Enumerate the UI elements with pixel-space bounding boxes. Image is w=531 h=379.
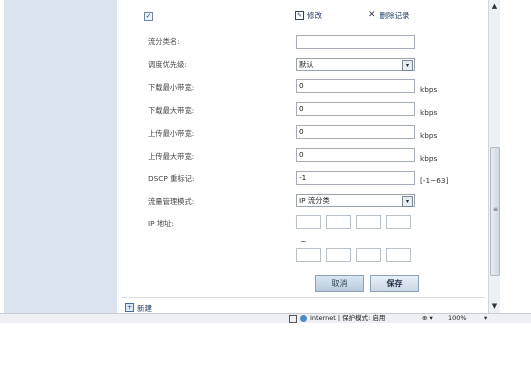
dscp-label: DSCP 重标记:: [148, 174, 195, 183]
scroll-down-icon[interactable]: ▼: [489, 302, 500, 311]
ip-start-octet-2[interactable]: [326, 215, 351, 229]
zone-text: Internet | 保护模式: 启用: [310, 314, 386, 322]
priority-value: 默认: [299, 60, 314, 69]
priority-label: 调度优先级:: [148, 60, 187, 69]
delete-record-button[interactable]: ✕ 删除记录: [368, 10, 410, 21]
record-toolbar: ✓ ✎ 修改 ✕ 删除记录: [122, 7, 485, 21]
ip-end-octet-3[interactable]: [356, 248, 381, 262]
download-min-unit: kbps: [420, 85, 438, 94]
cancel-button[interactable]: 取消: [315, 275, 364, 292]
upload-max-unit: kbps: [420, 154, 438, 163]
chevron-down-icon: ▾: [402, 196, 413, 207]
download-max-bandwidth-label: 下载最大带宽:: [148, 106, 195, 115]
left-panel: [4, 0, 117, 313]
ip-start-octet-4[interactable]: [386, 215, 411, 229]
ip-range-separator: ~: [300, 237, 307, 246]
globe-icon: [300, 315, 307, 322]
ip-address-label: IP 地址:: [148, 219, 174, 228]
record-checkbox[interactable]: ✓: [144, 12, 153, 21]
download-max-unit: kbps: [420, 108, 438, 117]
traffic-mode-value: IP 流分类: [299, 196, 330, 205]
zoom-dropdown-icon[interactable]: ▾: [484, 314, 487, 323]
dscp-range: [-1~63]: [420, 176, 449, 185]
browser-status-bar: Internet | 保护模式: 启用 ⊕ ▾ 100% ▾: [0, 313, 531, 323]
vertical-scrollbar[interactable]: ▲ ≡ ▼: [488, 0, 500, 313]
scroll-up-icon[interactable]: ▲: [489, 2, 500, 11]
zoom-level[interactable]: 100%: [448, 314, 467, 323]
divider: [122, 297, 485, 298]
edit-form-panel: ✓ ✎ 修改 ✕ 删除记录 流分类名: 调度优先级: 默认 ▾ 下载最小带宽: …: [122, 0, 485, 313]
delete-label: 删除记录: [379, 11, 410, 20]
page-viewport: ✓ ✎ 修改 ✕ 删除记录 流分类名: 调度优先级: 默认 ▾ 下载最小带宽: …: [4, 0, 500, 313]
download-min-bandwidth-input[interactable]: 0: [296, 79, 415, 93]
status-extra-icon[interactable]: ⊕ ▾: [422, 314, 433, 323]
traffic-mode-select[interactable]: IP 流分类 ▾: [296, 194, 415, 207]
traffic-mode-label: 流量管理模式:: [148, 197, 195, 206]
edit-icon: ✎: [295, 11, 304, 20]
add-icon: +: [125, 303, 134, 312]
ip-start-octet-3[interactable]: [356, 215, 381, 229]
download-max-bandwidth-input[interactable]: 0: [296, 102, 415, 116]
ip-end-octet-2[interactable]: [326, 248, 351, 262]
chevron-down-icon: ▾: [402, 60, 413, 71]
scroll-thumb[interactable]: ≡: [490, 147, 500, 276]
priority-select[interactable]: 默认 ▾: [296, 58, 415, 71]
class-name-label: 流分类名:: [148, 37, 180, 46]
ip-end-octet-1[interactable]: [296, 248, 321, 262]
edit-label: 修改: [307, 11, 322, 20]
upload-min-bandwidth-input[interactable]: 0: [296, 125, 415, 139]
class-name-input[interactable]: [296, 35, 415, 49]
protected-mode-icon: [289, 314, 297, 323]
upload-max-bandwidth-label: 上传最大带宽:: [148, 152, 195, 161]
security-zone[interactable]: Internet | 保护模式: 启用: [289, 314, 385, 323]
ip-end-octet-4[interactable]: [386, 248, 411, 262]
grip-icon: ≡: [493, 206, 499, 213]
download-min-bandwidth-label: 下载最小带宽:: [148, 83, 195, 92]
save-button[interactable]: 保存: [370, 275, 419, 292]
ip-start-octet-1[interactable]: [296, 215, 321, 229]
upload-min-unit: kbps: [420, 131, 438, 140]
upload-max-bandwidth-input[interactable]: 0: [296, 148, 415, 162]
upload-min-bandwidth-label: 上传最小带宽:: [148, 129, 195, 138]
delete-icon: ✕: [368, 10, 376, 20]
edit-button[interactable]: ✎ 修改: [295, 10, 322, 21]
dscp-input[interactable]: -1: [296, 171, 415, 185]
